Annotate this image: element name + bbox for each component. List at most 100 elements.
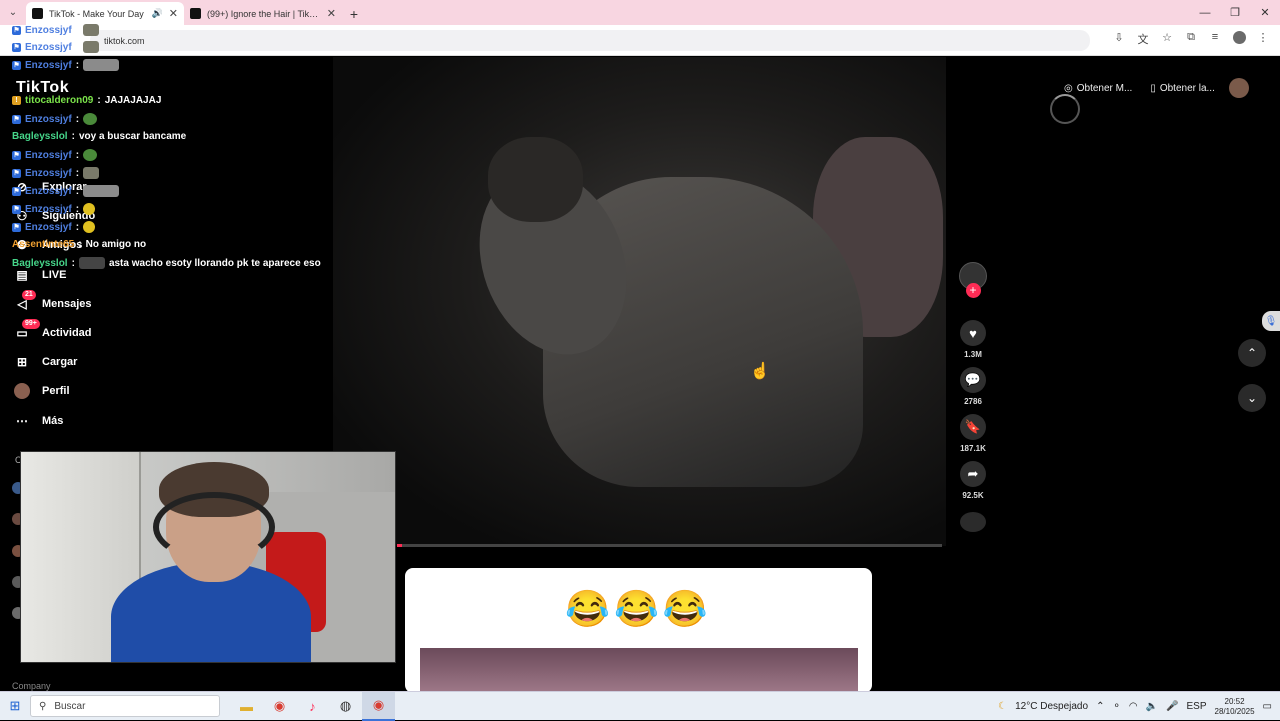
mic-side-icon[interactable]: 🎙 [1262, 311, 1280, 331]
get-mobile-app-button[interactable]: ▯ Obtener la... [1146, 80, 1219, 97]
address-bar: tiktok.com ⇩ 文 ☆ ⧉ ≡ ⋮ [0, 25, 1280, 56]
close-tab-icon[interactable]: ✕ [169, 7, 178, 20]
weather-moon-icon: ☾ [998, 701, 1008, 712]
get-app-button[interactable]: ◎ Obtener M... [1060, 80, 1136, 97]
chat-separator: : [71, 257, 75, 269]
menu-kebab-icon[interactable]: ⋮ [1256, 31, 1270, 47]
chat-text: asta wacho esoty llorando pk te aparece … [108, 257, 321, 269]
laughing-emoji-text: 😂😂😂 [565, 588, 712, 629]
chat-message: ⚑ Enzossjyf: [12, 41, 100, 53]
emote-icon [83, 185, 120, 197]
music-disc-icon[interactable] [960, 512, 986, 532]
share-arrow-icon[interactable]: ➦ [960, 461, 986, 487]
next-video-preview-card[interactable]: 😂😂😂 [405, 568, 872, 693]
progress-fill [397, 544, 403, 547]
chat-text: voy a buscar bancame [78, 131, 187, 142]
comment-count: 2786 [964, 397, 982, 406]
bookmark-star-icon[interactable]: ☆ [1160, 31, 1174, 47]
close-tab-icon[interactable]: ✕ [327, 7, 336, 20]
speaker-icon[interactable]: 🔊 [152, 8, 163, 19]
chat-username: Assentinte65 [12, 239, 75, 250]
url-field[interactable]: tiktok.com [90, 30, 1090, 51]
chrome-active-icon[interactable]: ◉ [362, 691, 395, 721]
weather-text[interactable]: 12°C Despejado [1015, 701, 1088, 712]
install-icon[interactable]: ⇩ [1112, 31, 1126, 47]
extensions-icon[interactable]: ⧉ [1184, 31, 1198, 47]
search-placeholder: Buscar [54, 700, 86, 712]
browser-tab[interactable]: (99+) Ignore the Hair | TikTok ✕ [184, 2, 342, 25]
windows-start-icon[interactable]: ⊞ [0, 692, 30, 721]
tab-title: (99+) Ignore the Hair | TikTok [207, 8, 321, 19]
file-explorer-icon[interactable]: ▬ [230, 692, 263, 721]
chat-username: Enzossjyf [25, 24, 72, 36]
get-app-label: Obtener M... [1076, 82, 1133, 94]
chat-message: Bagleysslol: asta wacho esoty llorando pk… [12, 257, 321, 269]
previous-video-chevron-up-icon[interactable]: ⌃ [1238, 339, 1266, 367]
clock[interactable]: 20:52 28/10/2025 [1215, 697, 1255, 717]
sidebar-item-mensajes[interactable]: ◁ 21 Mensajes [14, 290, 92, 312]
chat-badge-icon: ⚑ [12, 222, 21, 232]
follow-plus-icon[interactable]: + [965, 283, 981, 298]
volume-icon[interactable]: 🔈 [1146, 701, 1158, 712]
obs-icon[interactable]: ◍ [329, 692, 362, 721]
translate-icon[interactable]: 文 [1136, 31, 1150, 47]
minimize-icon[interactable]: — [1190, 0, 1220, 25]
chat-separator: : [75, 167, 80, 179]
tab-search-icon[interactable]: ⌄ [0, 0, 26, 25]
sidebar-item-live[interactable]: ▤ LIVE [14, 267, 66, 283]
chat-badge-icon: ⚑ [12, 114, 21, 124]
emote-icon [83, 113, 98, 125]
tiktok-favicon-icon [32, 8, 43, 19]
loading-spinner-icon [1050, 94, 1080, 124]
chat-separator: : [75, 24, 80, 36]
sidebar-item-mas[interactable]: ⋯ Más [14, 413, 63, 429]
video-player[interactable] [333, 57, 946, 546]
chat-message: Assentinte65: No amigo no [12, 239, 146, 250]
comment-icon[interactable]: 💬 [960, 367, 986, 393]
close-window-icon[interactable]: ✕ [1250, 0, 1280, 25]
video-progress-bar[interactable] [397, 544, 942, 547]
sidebar-item-label: Actividad [42, 327, 92, 339]
emote-icon [83, 24, 100, 36]
chat-separator: : [71, 131, 75, 142]
network-icon[interactable]: ⚬ [1112, 701, 1120, 712]
browser-tab-bar: ⌄ TikTok - Make Your Day 🔊 ✕ (99+) Ignor… [0, 0, 1280, 25]
emote-icon [83, 149, 98, 161]
wifi-icon[interactable]: ◠ [1129, 701, 1138, 712]
sidebar-item-label: Mensajes [42, 298, 92, 310]
sidebar-item-label: Perfil [42, 385, 70, 397]
chat-badge-icon: ⚑ [12, 25, 21, 35]
next-video-chevron-down-icon[interactable]: ⌄ [1238, 384, 1266, 412]
notifications-icon[interactable]: ▭ [1263, 701, 1272, 712]
media-icon[interactable]: ≡ [1208, 31, 1222, 47]
profile-icon[interactable] [1232, 31, 1246, 47]
sidebar-item-actividad[interactable]: ▭ 99+ Actividad [14, 319, 92, 341]
user-avatar[interactable] [1228, 78, 1249, 98]
sidebar-item-cargar[interactable]: ⊞ Cargar [14, 354, 78, 370]
clock-time: 20:52 [1224, 696, 1245, 706]
chat-badge-icon: ⚑ [12, 60, 21, 70]
restore-icon[interactable]: ❐ [1220, 0, 1250, 25]
mic-icon[interactable]: 🎤 [1166, 701, 1178, 712]
chat-username: Enzossjyf [25, 149, 72, 161]
chat-username: Enzossjyf [25, 185, 72, 197]
chat-text: No amigo no [85, 239, 147, 250]
sidebar-item-perfil[interactable]: Perfil [14, 383, 70, 399]
feed-navigation: ⌃ ⌄ [1238, 339, 1266, 412]
language-indicator[interactable]: ESP [1186, 701, 1206, 712]
taskbar-apps: ▬ ◉ ♪ ◍ ◉ [230, 691, 395, 721]
taskbar-search-box[interactable]: ⚲ Buscar [30, 695, 220, 717]
footer-company-link[interactable]: Company [12, 681, 51, 691]
heart-icon[interactable]: ♥ [960, 320, 986, 346]
chrome-icon[interactable]: ◉ [263, 692, 296, 721]
chat-username: Bagleysslol [12, 257, 68, 269]
new-tab-button[interactable]: + [342, 2, 366, 25]
browser-tab-active[interactable]: TikTok - Make Your Day 🔊 ✕ [26, 2, 184, 25]
tray-chevron-up-icon[interactable]: ⌃ [1096, 701, 1104, 712]
window-controls: — ❐ ✕ [1190, 0, 1280, 25]
bookmark-icon[interactable]: 🔖 [960, 414, 986, 440]
chat-separator: : [75, 221, 80, 233]
emote-icon [83, 59, 120, 71]
chat-message: ⚑ Enzossjyf: [12, 167, 100, 179]
tiktok-app-icon[interactable]: ♪ [296, 692, 329, 721]
